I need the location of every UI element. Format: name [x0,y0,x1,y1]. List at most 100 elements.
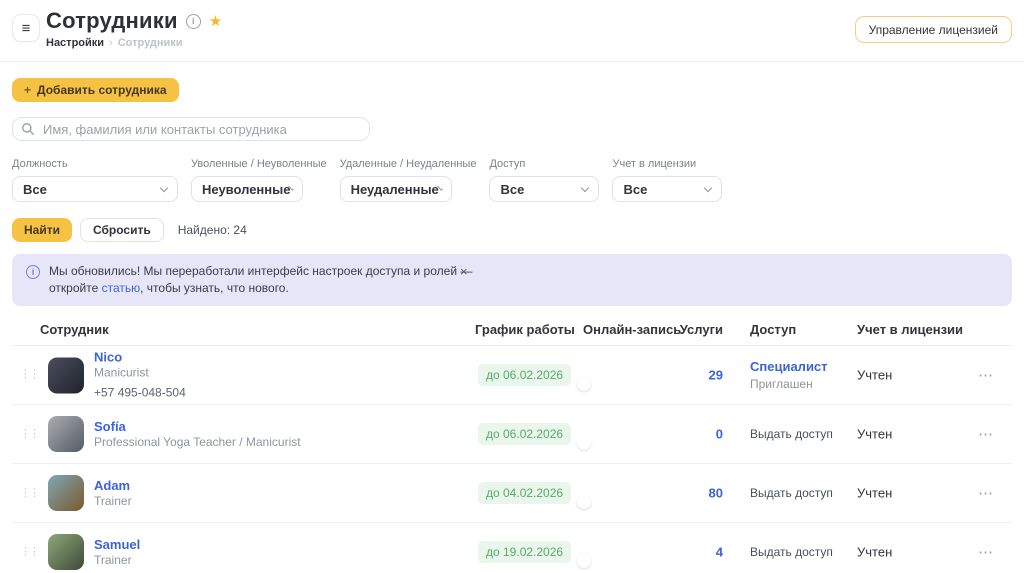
employees-table: Сотрудник График работы Онлайн-запись Ус… [12,316,1012,573]
filter-label: Уволенные / Неуволенные [191,158,327,170]
employee-phone: +57 495-048-504 [94,386,186,401]
star-icon[interactable]: ★ [209,14,222,29]
deleted-select[interactable]: Неудаленные [340,176,452,202]
license-status: Учтен [857,368,892,383]
toggle-knob [577,436,591,450]
col-license: Учет в лицензии [857,322,963,337]
col-services: Услуги [640,322,723,337]
employee-cell: ⋮⋮ Sofía Professional Yoga Teacher / Man… [20,416,301,452]
table-row: ⋮⋮ Adam Trainer до 04.02.2026 80 Выдать … [12,464,1012,523]
access-link[interactable]: Специалист [750,359,828,374]
add-employee-label: Добавить сотрудника [37,83,167,97]
employee-role: Manicurist [94,366,186,381]
filter-license: Учет в лицензии Все [612,158,722,202]
services-count-link[interactable]: 29 [640,368,723,383]
schedule-cell: до 06.02.2026 [478,364,571,386]
license-select[interactable]: Все [612,176,722,202]
position-select[interactable]: Все [12,176,178,202]
hamburger-menu-button[interactable]: ≡ [12,14,40,42]
toggle-knob [577,377,591,391]
employee-name-link[interactable]: Sofía [94,419,301,435]
access-cell: Выдать доступ [750,427,833,441]
actions-row: Найти Сбросить Найдено: 24 [12,218,1012,242]
access-select[interactable]: Все [489,176,599,202]
row-menu-icon[interactable]: ⋯ [978,425,994,443]
row-menu-icon[interactable]: ⋯ [978,484,994,502]
col-employee: Сотрудник [40,322,109,337]
banner-text: Мы обновились! Мы переработали интерфейс… [49,263,481,297]
schedule-badge[interactable]: до 19.02.2026 [478,541,571,563]
select-value: Неудаленные [351,182,439,197]
drag-handle-icon[interactable]: ⋮⋮ [20,370,38,381]
col-schedule: График работы [475,322,575,337]
access-status: Приглашен [750,377,828,391]
filters-row: Должность Все Уволенные / Неуволенные Не… [12,158,1012,202]
close-icon[interactable]: × [460,265,468,278]
search-input[interactable] [12,117,370,141]
schedule-badge[interactable]: до 04.02.2026 [478,482,571,504]
services-count-link[interactable]: 4 [640,545,723,560]
breadcrumb-settings[interactable]: Настройки [46,37,104,49]
breadcrumb-separator: › [109,37,113,49]
schedule-badge[interactable]: до 06.02.2026 [478,364,571,386]
services-count-link[interactable]: 80 [640,486,723,501]
schedule-badge[interactable]: до 06.02.2026 [478,423,571,445]
table-row: ⋮⋮ Sofía Professional Yoga Teacher / Man… [12,405,1012,464]
col-access: Доступ [750,322,796,337]
drag-handle-icon[interactable]: ⋮⋮ [20,429,38,440]
employee-cell: ⋮⋮ Samuel Trainer [20,534,140,570]
employee-role: Professional Yoga Teacher / Manicurist [94,435,301,450]
hamburger-icon: ≡ [22,20,31,37]
avatar [48,534,84,570]
search-icon [21,122,35,141]
add-employee-button[interactable]: + Добавить сотрудника [12,78,179,102]
info-icon: i [26,265,40,279]
employee-name-link[interactable]: Samuel [94,537,140,553]
article-link[interactable]: статью [102,281,141,295]
filter-position: Должность Все [12,158,178,202]
services-count-link[interactable]: 0 [640,427,723,442]
toggle-knob [577,495,591,509]
row-menu-icon[interactable]: ⋯ [978,366,994,384]
find-button[interactable]: Найти [12,218,72,242]
schedule-cell: до 04.02.2026 [478,482,571,504]
avatar [48,416,84,452]
select-value: Все [23,182,47,197]
title-block: Сотрудники i ★ Настройки › Сотрудники [46,8,222,49]
select-value: Неуволенные [202,182,290,197]
filter-label: Удаленные / Неудаленные [340,158,477,170]
info-icon[interactable]: i [186,14,201,29]
license-management-button[interactable]: Управление лицензией [855,16,1012,43]
app-header: ≡ Сотрудники i ★ Настройки › Сотрудники … [0,0,1024,62]
access-link[interactable]: Выдать доступ [750,427,833,441]
license-status: Учтен [857,427,892,442]
filter-label: Доступ [489,158,599,170]
row-menu-icon[interactable]: ⋯ [978,543,994,561]
access-cell: Специалист Приглашен [750,359,828,391]
banner-text-after: , чтобы узнать, что нового. [140,281,289,295]
employee-name-link[interactable]: Nico [94,350,186,366]
drag-handle-icon[interactable]: ⋮⋮ [20,547,38,558]
schedule-cell: до 19.02.2026 [478,541,571,563]
access-cell: Выдать доступ [750,545,833,559]
plus-icon: + [24,83,31,97]
filter-dismissed: Уволенные / Неуволенные Неуволенные [191,158,327,202]
filter-access: Доступ Все [489,158,599,202]
reset-button[interactable]: Сбросить [80,218,164,242]
results-count: Найдено: 24 [178,223,247,237]
search-box [12,117,370,141]
chevron-down-icon [704,183,712,191]
access-link[interactable]: Выдать доступ [750,486,833,500]
access-link[interactable]: Выдать доступ [750,545,833,559]
license-status: Учтен [857,545,892,560]
breadcrumb: Настройки › Сотрудники [46,37,222,49]
select-value: Все [500,182,524,197]
chevron-down-icon [581,183,589,191]
employee-name-link[interactable]: Adam [94,478,132,494]
employee-cell: ⋮⋮ Nico Manicurist +57 495-048-504 [20,350,186,401]
drag-handle-icon[interactable]: ⋮⋮ [20,488,38,499]
employee-role: Trainer [94,494,132,509]
page-title: Сотрудники [46,8,178,34]
toggle-knob [577,554,591,568]
dismissed-select[interactable]: Неуволенные [191,176,303,202]
